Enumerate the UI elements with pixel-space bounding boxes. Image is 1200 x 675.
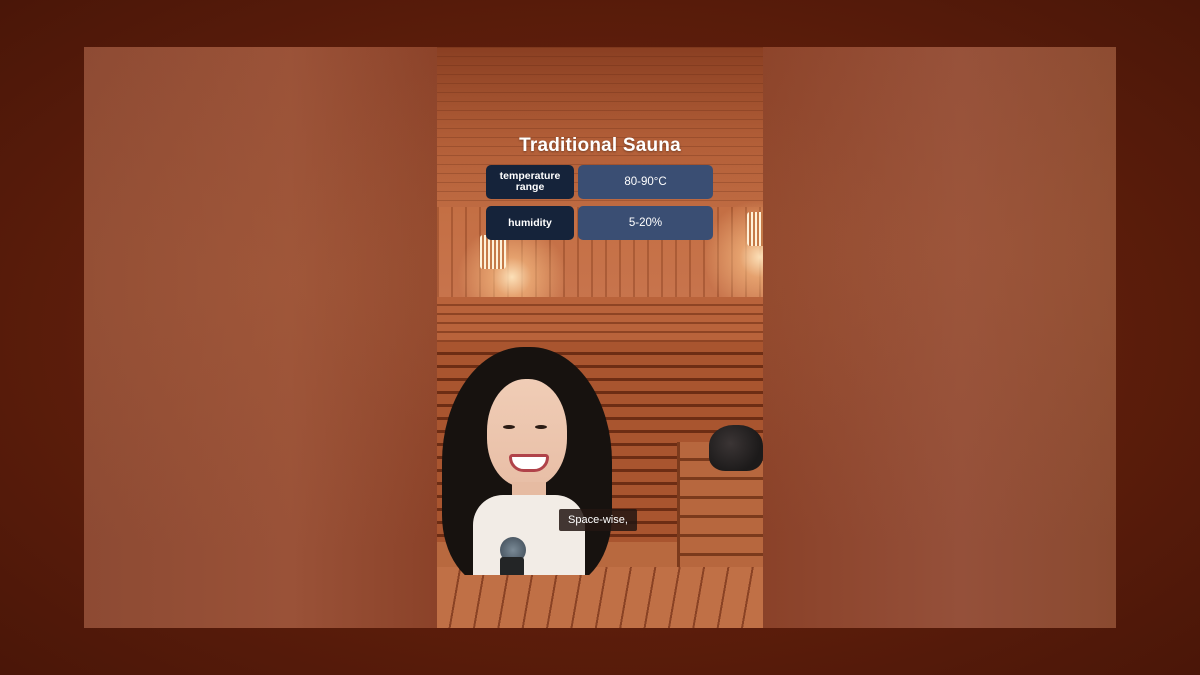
video-stage: Traditional Sauna temperature range 80-9… bbox=[0, 0, 1200, 675]
subtitle-caption: Space-wise, bbox=[559, 509, 637, 531]
info-value: 5-20% bbox=[578, 206, 713, 240]
wall-lamp-right bbox=[747, 212, 763, 246]
info-value: 80-90°C bbox=[578, 165, 713, 199]
presenter-blouse bbox=[473, 495, 585, 575]
info-row-humidity: humidity 5-20% bbox=[486, 206, 713, 240]
sauna-stones bbox=[709, 425, 763, 471]
presenter-eye-right bbox=[535, 425, 547, 429]
presenter bbox=[437, 337, 632, 575]
microphone-transmitter bbox=[500, 557, 524, 575]
presenter-eye-left bbox=[503, 425, 515, 429]
overlay-title: Traditional Sauna bbox=[519, 135, 681, 156]
info-label: temperature range bbox=[486, 165, 574, 199]
upper-bench bbox=[437, 297, 763, 342]
wall-lamp-left bbox=[480, 235, 506, 269]
vertical-video-frame[interactable]: Traditional Sauna temperature range 80-9… bbox=[437, 47, 763, 628]
sauna-floor bbox=[437, 567, 763, 628]
info-row-temperature: temperature range 80-90°C bbox=[486, 165, 713, 199]
info-label: humidity bbox=[486, 206, 574, 240]
